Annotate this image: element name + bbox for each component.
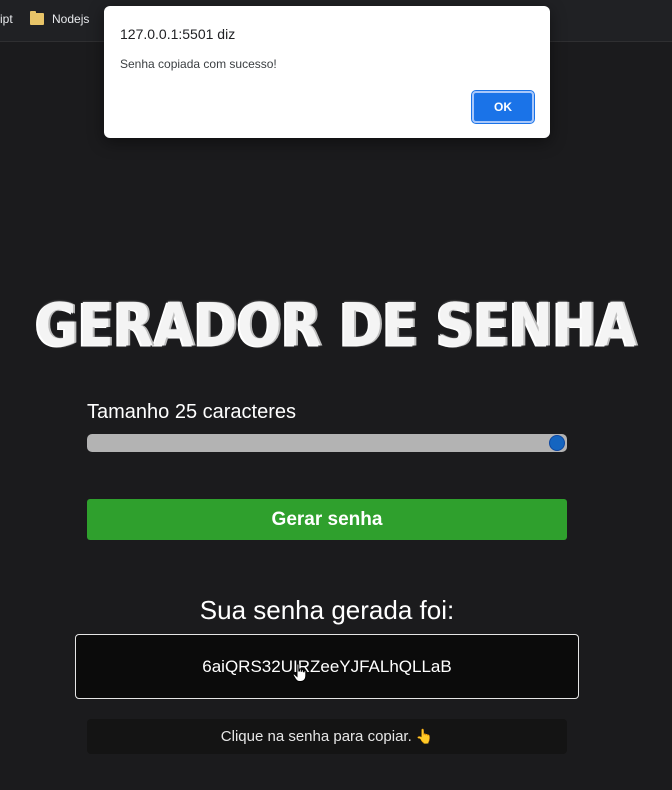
page-title: GERADOR DE SENHA — [35, 291, 637, 361]
bookmark-nodejs-label: Nodejs — [52, 12, 90, 26]
result-heading: Sua senha gerada foi: — [199, 595, 455, 625]
generate-password-button[interactable]: Gerar senha — [87, 499, 567, 540]
alert-dialog: 127.0.0.1:5501 diz Senha copiada com suc… — [104, 6, 550, 138]
slider-thumb[interactable] — [549, 435, 565, 451]
folder-icon — [30, 11, 44, 25]
hand-cursor-icon — [292, 663, 307, 682]
bookmark-truncated[interactable]: ipt — [0, 12, 13, 26]
copy-hint: Clique na senha para copiar. 👆 — [87, 719, 567, 754]
pointing-hand-icon: 👆 — [415, 728, 434, 744]
alert-message: Senha copiada com sucesso! — [120, 57, 277, 71]
alert-origin: 127.0.0.1:5501 diz — [120, 26, 236, 42]
password-text: 6aiQRS32UIRZeeYJFALhQLLaB — [202, 656, 452, 676]
copy-hint-text: Clique na senha para copiar. — [220, 728, 412, 745]
bookmark-truncated-label: ipt — [0, 12, 13, 26]
alert-ok-button[interactable]: OK — [471, 90, 535, 124]
length-label: Tamanho 25 caracteres — [87, 401, 297, 423]
length-slider[interactable] — [87, 434, 567, 452]
generated-password[interactable]: 6aiQRS32UIRZeeYJFALhQLLaB — [75, 634, 579, 699]
bookmark-nodejs[interactable]: Nodejs — [30, 11, 90, 26]
